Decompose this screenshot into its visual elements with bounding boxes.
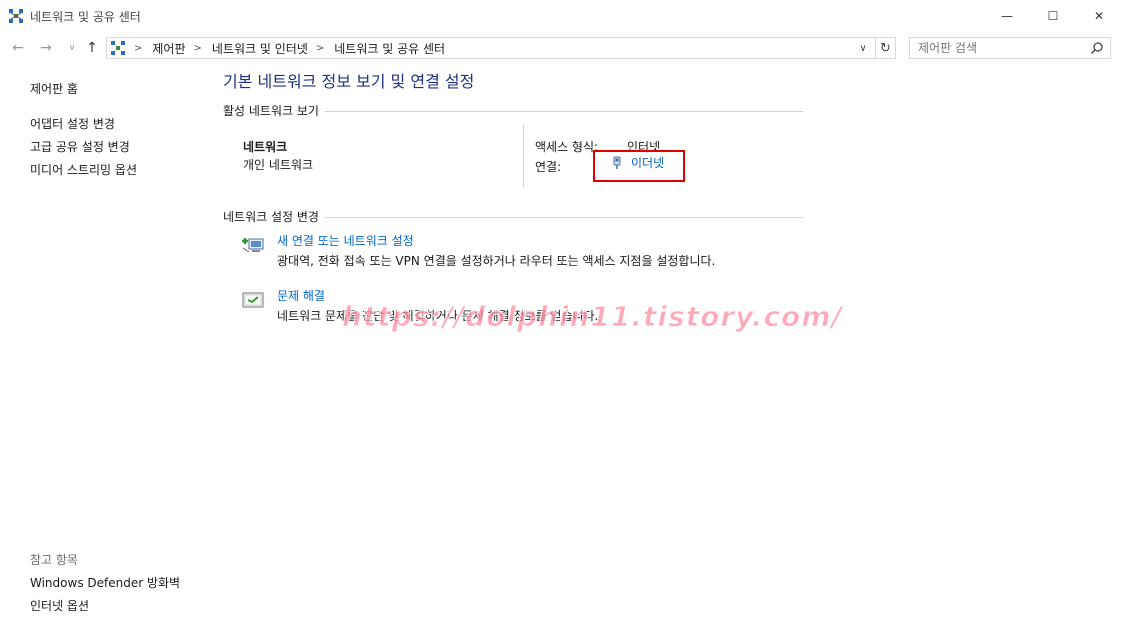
breadcrumb-separator[interactable]: >	[316, 43, 324, 54]
breadcrumb-control-panel[interactable]: 제어판	[152, 40, 185, 57]
change-advanced-sharing-link[interactable]: 고급 공유 설정 변경	[30, 138, 130, 155]
internet-options-link[interactable]: 인터넷 옵션	[30, 597, 89, 614]
windows-defender-firewall-link[interactable]: Windows Defender 방화벽	[30, 574, 180, 591]
breadcrumb-separator[interactable]: >	[134, 43, 142, 54]
control-panel-icon	[111, 41, 125, 55]
breadcrumb-network-sharing-center[interactable]: 네트워크 및 공유 센터	[334, 40, 445, 57]
search-icon[interactable]	[1090, 41, 1104, 55]
section-divider	[324, 217, 803, 218]
change-settings-header-label: 네트워크 설정 변경	[223, 210, 319, 224]
see-also-header: 참고 항목	[30, 553, 78, 567]
up-button[interactable]: ↑	[82, 38, 102, 58]
network-center-icon	[9, 9, 23, 23]
active-networks-header: 활성 네트워크 보기	[223, 102, 803, 119]
network-type[interactable]: 개인 네트워크	[243, 156, 313, 173]
new-connection-link[interactable]: 새 연결 또는 네트워크 설정	[277, 232, 414, 249]
address-dropdown-button[interactable]: ∨	[855, 40, 871, 56]
navigation-bar: ← → ∨ ↑ > 제어판 > 네트워크 및 인터넷 > 네트워크 및 공유 센…	[0, 34, 1122, 62]
recent-locations-button[interactable]: ∨	[62, 38, 82, 58]
refresh-button[interactable]: ↻	[875, 38, 895, 58]
breadcrumb-separator[interactable]: >	[194, 43, 202, 54]
change-adapter-settings-link[interactable]: 어댑터 설정 변경	[30, 115, 115, 132]
access-type-label: 액세스 형식:	[535, 140, 599, 154]
media-streaming-options-link[interactable]: 미디어 스트리밍 옵션	[30, 161, 137, 178]
breadcrumb-network-internet[interactable]: 네트워크 및 인터넷	[212, 40, 308, 57]
change-settings-header: 네트워크 설정 변경	[223, 208, 803, 225]
control-panel-home-link[interactable]: 제어판 홈	[30, 80, 78, 97]
connection-label: 연결:	[535, 160, 562, 174]
active-networks-header-label: 활성 네트워크 보기	[223, 104, 319, 118]
minimize-button[interactable]: —	[984, 0, 1030, 32]
close-button[interactable]: ✕	[1076, 0, 1122, 32]
page-title: 기본 네트워크 정보 보기 및 연결 설정	[223, 72, 475, 91]
section-divider	[324, 111, 803, 112]
new-connection-description: 광대역, 전화 접속 또는 VPN 연결을 설정하거나 라우터 또는 액세스 지…	[277, 254, 716, 268]
forward-button[interactable]: →	[36, 38, 56, 58]
title-bar: 네트워크 및 공유 센터 — ☐ ✕	[0, 0, 1122, 32]
network-name: 네트워크	[243, 140, 288, 154]
address-bar[interactable]: > 제어판 > 네트워크 및 인터넷 > 네트워크 및 공유 센터 ∨ ↻	[106, 37, 896, 59]
vertical-divider	[523, 124, 524, 188]
watermark-text: https://dolphin11.tistory.com/	[342, 300, 843, 334]
new-connection-icon	[242, 238, 264, 253]
troubleshoot-icon	[242, 292, 264, 308]
maximize-button[interactable]: ☐	[1030, 0, 1076, 32]
search-input[interactable]	[910, 38, 1080, 58]
troubleshoot-link[interactable]: 문제 해결	[277, 287, 325, 304]
search-box[interactable]	[909, 37, 1111, 59]
window-title: 네트워크 및 공유 센터	[30, 10, 141, 24]
back-button[interactable]: ←	[8, 38, 28, 58]
highlight-box	[593, 150, 685, 182]
